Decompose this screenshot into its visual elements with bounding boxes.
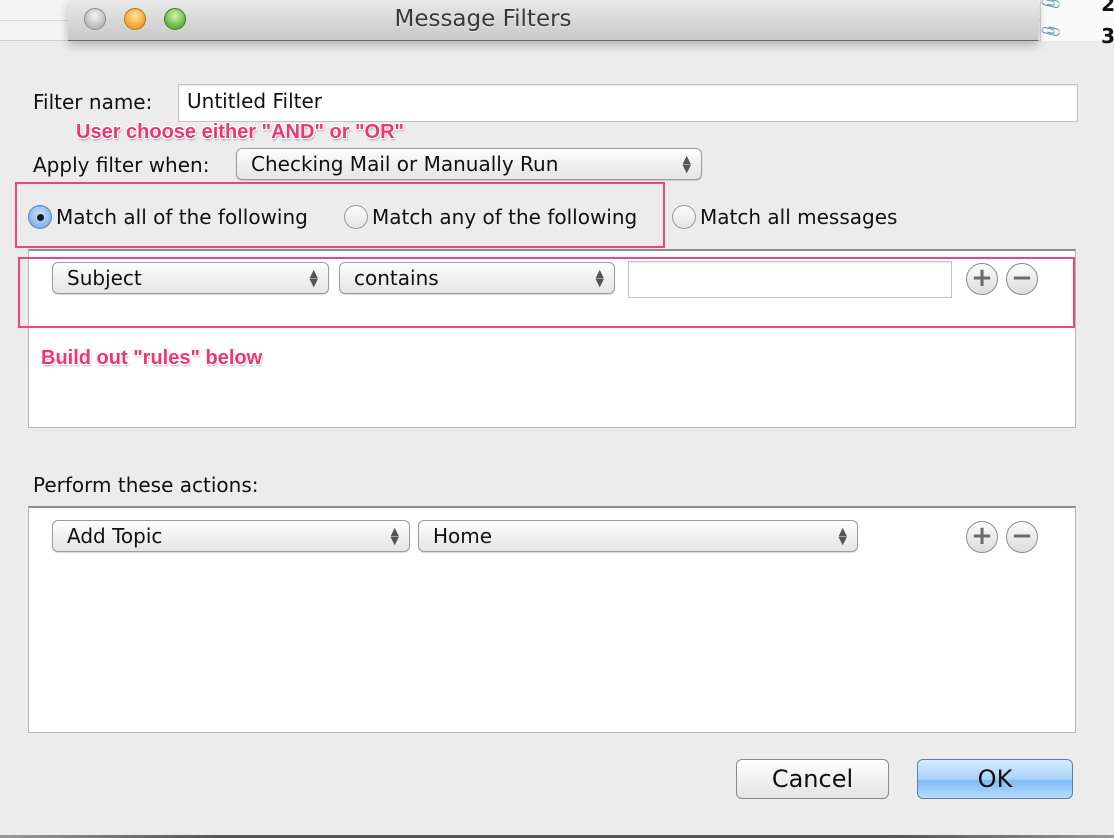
- minus-icon: −: [1011, 521, 1033, 551]
- filter-name-label: Filter name:: [33, 90, 153, 114]
- background-row-number: 3: [1101, 24, 1114, 48]
- paperclip-icon: 📎: [1039, 0, 1064, 16]
- filter-name-input[interactable]: Untitled Filter: [178, 84, 1078, 122]
- match-option-label: Match all messages: [700, 205, 898, 229]
- background-list-column: 📎 2 📎 3: [1039, 0, 1114, 48]
- apply-when-select[interactable]: Checking Mail or Manually Run ▲ ▼: [236, 148, 702, 180]
- action-type-select[interactable]: Add Topic ▲ ▼: [52, 520, 410, 552]
- updown-arrows-icon: ▲ ▼: [682, 153, 691, 175]
- cancel-button[interactable]: Cancel: [736, 759, 889, 799]
- annotation-box-rules: [18, 257, 1075, 328]
- annotation-rules: Build out "rules" below: [41, 347, 263, 369]
- plus-icon: +: [971, 521, 993, 551]
- paperclip-icon: 📎: [1039, 20, 1064, 44]
- annotation-box-match: [15, 182, 665, 248]
- updown-arrows-icon: ▲ ▼: [838, 525, 847, 547]
- title-bar[interactable]: Message Filters: [68, 0, 1038, 41]
- match-option-all-messages[interactable]: Match all messages: [672, 200, 897, 234]
- action-target-value: Home: [433, 524, 493, 548]
- window-title: Message Filters: [394, 6, 572, 32]
- radio-unchecked-icon[interactable]: [672, 205, 696, 229]
- apply-when-value: Checking Mail or Manually Run: [251, 152, 559, 176]
- updown-arrows-icon: ▲ ▼: [390, 525, 399, 547]
- actions-label: Perform these actions:: [33, 473, 259, 497]
- apply-when-label: Apply filter when:: [33, 153, 210, 177]
- action-type-value: Add Topic: [67, 524, 163, 548]
- annotation-and-or: User choose either "AND" or "OR": [76, 121, 404, 143]
- background-row-number: 2: [1101, 0, 1114, 16]
- remove-action-button[interactable]: −: [1006, 521, 1038, 553]
- ok-button[interactable]: OK: [917, 759, 1073, 799]
- action-target-select[interactable]: Home ▲ ▼: [418, 520, 858, 552]
- add-action-button[interactable]: +: [966, 521, 998, 553]
